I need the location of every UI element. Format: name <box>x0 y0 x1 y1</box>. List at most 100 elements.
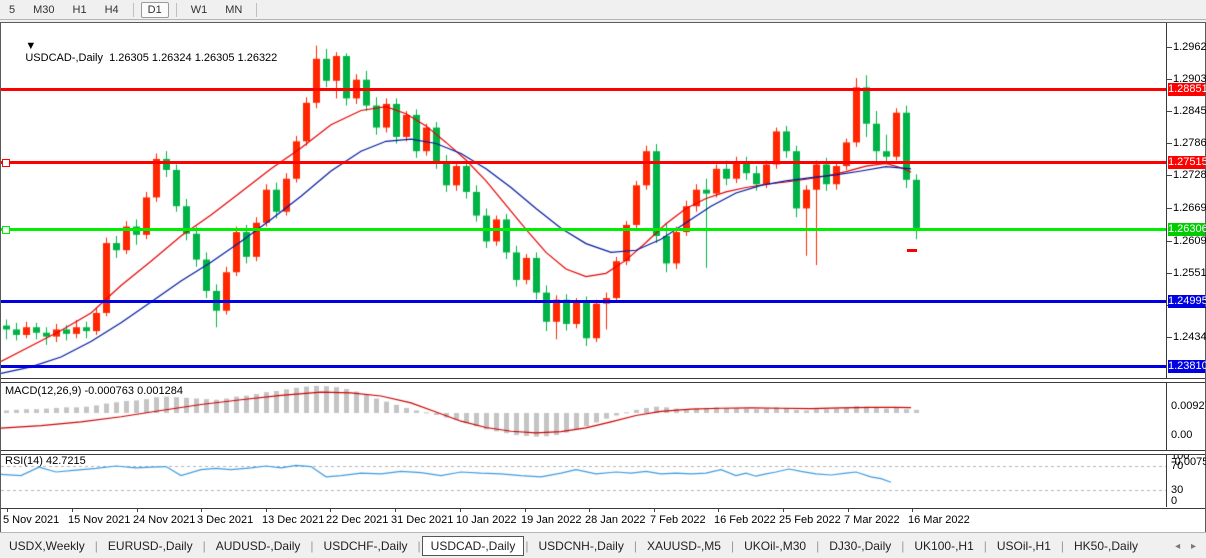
date-tick-label: 3 Dec 2021 <box>197 514 253 526</box>
tab-separator: | <box>95 539 98 553</box>
tab-separator: | <box>634 539 637 553</box>
date-tick-label: 16 Mar 2022 <box>908 514 970 526</box>
date-tick-mark <box>266 509 267 512</box>
price-tick-mark <box>1167 79 1172 80</box>
price-tick-mark <box>1167 175 1172 176</box>
date-tick-mark <box>137 509 138 512</box>
date-tick-mark <box>330 509 331 512</box>
toolbar-separator <box>133 3 134 17</box>
level-line-1.28851[interactable] <box>1 88 1166 91</box>
panel-separator[interactable] <box>1 450 1205 455</box>
rsi-label: RSI(14) 42.7215 <box>5 455 86 467</box>
chart-tab-usdcnh-daily[interactable]: USDCNH-,Daily <box>529 536 632 556</box>
tab-scroll-arrows[interactable]: ◂ ▸ <box>1175 541 1200 552</box>
price-tick-mark <box>1167 143 1172 144</box>
tab-separator: | <box>984 539 987 553</box>
chart-tab-usdx-weekly[interactable]: USDX,Weekly <box>0 536 94 556</box>
chart-title: ▼ USDCAD-,Daily 1.26305 1.26324 1.26305 … <box>7 28 277 76</box>
price-tick-label: 1.27865 <box>1173 137 1206 149</box>
level-line-1.27515[interactable] <box>1 161 1166 164</box>
level-line-1.26306[interactable] <box>1 228 1166 231</box>
price-tick-mark <box>1167 47 1172 48</box>
tab-separator: | <box>310 539 313 553</box>
price-tick-label: 1.24340 <box>1173 331 1206 343</box>
date-tick-label: 5 Nov 2021 <box>3 514 59 526</box>
date-tick-label: 31 Dec 2021 <box>391 514 453 526</box>
chart-tabs: USDX,Weekly|EURUSD-,Daily|AUDUSD-,Daily|… <box>0 536 1147 556</box>
price-chart-canvas[interactable] <box>1 24 1166 378</box>
indicator-axis-label: 70 <box>1171 460 1183 472</box>
price-tick-label: 1.25510 <box>1173 267 1206 279</box>
date-tick-label: 22 Dec 2021 <box>326 514 388 526</box>
tab-separator: | <box>203 539 206 553</box>
date-tick-label: 19 Jan 2022 <box>521 514 582 526</box>
date-tick-mark <box>72 509 73 512</box>
tab-separator: | <box>731 539 734 553</box>
timeframe-button-mn[interactable]: MN <box>218 2 249 18</box>
date-axis[interactable]: 5 Nov 202115 Nov 202124 Nov 20213 Dec 20… <box>1 508 1205 533</box>
tab-separator: | <box>816 539 819 553</box>
chart-tab-usdchf-daily[interactable]: USDCHF-,Daily <box>315 536 417 556</box>
panel-separator[interactable] <box>1 378 1205 383</box>
price-tick-label: 1.29620 <box>1173 41 1206 53</box>
price-tick-label: 1.27280 <box>1173 169 1206 181</box>
price-badge: 1.23810 <box>1168 360 1205 373</box>
date-tick-mark <box>912 509 913 512</box>
date-tick-mark <box>525 509 526 512</box>
toolbar-separator <box>256 3 257 17</box>
tab-separator: | <box>901 539 904 553</box>
timeframe-button-h4[interactable]: H4 <box>98 2 126 18</box>
date-tick-label: 16 Feb 2022 <box>714 514 776 526</box>
price-tick-mark <box>1167 337 1172 338</box>
tab-separator: | <box>1061 539 1064 553</box>
line-handle[interactable] <box>2 226 10 234</box>
date-tick-mark <box>654 509 655 512</box>
timeframe-toolbar: 5M30 H1H4 D1 W1MN <box>0 0 1206 20</box>
date-tick-mark <box>460 509 461 512</box>
date-tick-mark <box>783 509 784 512</box>
date-tick-mark <box>395 509 396 512</box>
timeframe-button-5[interactable]: 5 <box>2 2 22 18</box>
chart-tab-usdcad-daily[interactable]: USDCAD-,Daily <box>422 536 525 556</box>
chart-tab-usoil-h1[interactable]: USOil-,H1 <box>988 536 1060 556</box>
date-tick-mark <box>7 509 8 512</box>
line-handle[interactable] <box>2 159 10 167</box>
date-tick-mark <box>201 509 202 512</box>
price-tick-label: 1.26695 <box>1173 202 1206 214</box>
level-line-1.24995[interactable] <box>1 300 1166 303</box>
date-tick-mark <box>589 509 590 512</box>
date-tick-mark <box>718 509 719 512</box>
date-tick-label: 15 Nov 2021 <box>68 514 130 526</box>
date-tick-label: 25 Feb 2022 <box>779 514 841 526</box>
indicator-axis-label: 0 <box>1171 495 1177 507</box>
rsi-canvas[interactable] <box>1 453 1166 507</box>
symbol-dropdown-icon[interactable]: ▼ <box>25 40 36 52</box>
macd-label: MACD(12,26,9) -0.000763 0.001284 <box>5 385 183 397</box>
trading-terminal: 5M30 H1H4 D1 W1MN ▼ USDCAD-,Daily 1.26305 1… <box>0 0 1206 558</box>
level-line-1.2381[interactable] <box>1 365 1166 368</box>
tab-separator: | <box>525 539 528 553</box>
price-tick-mark <box>1167 273 1172 274</box>
chart-title-text: USDCAD-,Daily 1.26305 1.26324 1.26305 1.… <box>25 52 277 64</box>
chart-tab-eurusd-daily[interactable]: EURUSD-,Daily <box>99 536 202 556</box>
price-tick-label: 1.26095 <box>1173 235 1206 247</box>
price-badge: 1.28851 <box>1168 83 1205 96</box>
price-tick-mark <box>1167 241 1172 242</box>
date-tick-mark <box>848 509 849 512</box>
price-badge: 1.27515 <box>1168 156 1205 169</box>
timeframe-button-h1[interactable]: H1 <box>66 2 94 18</box>
chart-tab-dj30-daily[interactable]: DJ30-,Daily <box>820 536 900 556</box>
price-tick-mark <box>1167 111 1172 112</box>
timeframe-button-w1[interactable]: W1 <box>184 2 215 18</box>
price-tick-label: 1.28450 <box>1173 105 1206 117</box>
timeframe-button-m30[interactable]: M30 <box>26 2 61 18</box>
chart-tab-audusd-daily[interactable]: AUDUSD-,Daily <box>207 536 310 556</box>
tab-separator: | <box>418 539 421 553</box>
chart-tab-hk50-daily[interactable]: HK50-,Daily <box>1065 536 1147 556</box>
timeframe-button-d1[interactable]: D1 <box>141 2 169 18</box>
chart-tab-uk100-h1[interactable]: UK100-,H1 <box>905 536 982 556</box>
price-axis-divider <box>1166 23 1167 507</box>
date-tick-label: 7 Mar 2022 <box>844 514 900 526</box>
chart-tab-xauusd-m5[interactable]: XAUUSD-,M5 <box>638 536 730 556</box>
chart-tab-ukoil-m30[interactable]: UKOil-,M30 <box>735 536 815 556</box>
